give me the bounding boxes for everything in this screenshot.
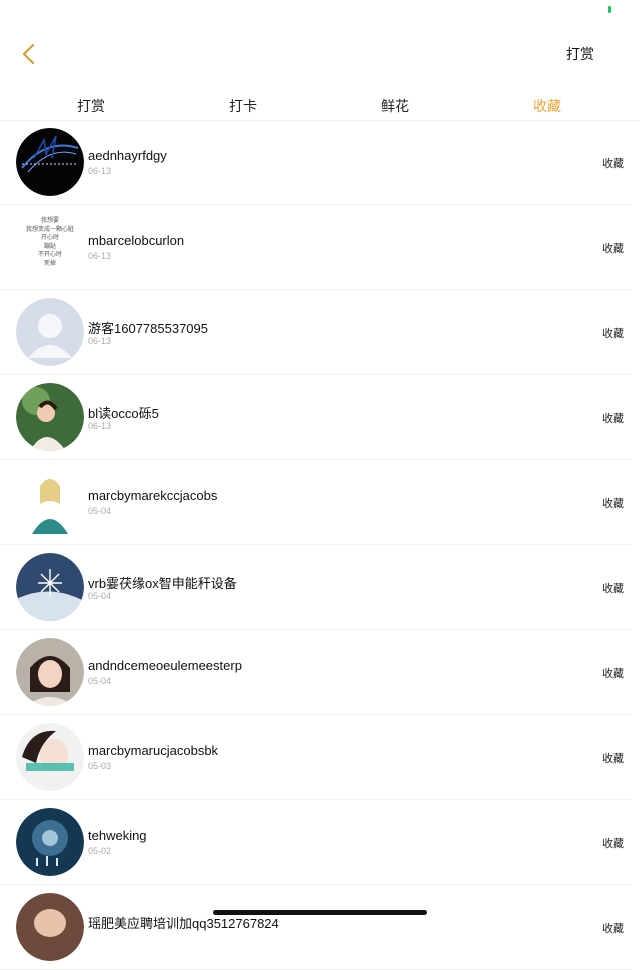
date: 05-02 [88,846,112,856]
list-item[interactable]: bl读occo砾5 06-13 收藏 [0,375,632,460]
user-name: vrb霎茯缘ox智申能秆设备 [88,576,237,591]
nav-bar: 打赏 [0,20,640,86]
avatar-text: 不开心时 [37,252,62,258]
avatar [16,468,84,536]
list-item[interactable]: aednhayrfdgy 06-13 收藏 [0,120,632,205]
avatar [16,723,84,791]
reward-button[interactable]: 打赏 [566,44,594,64]
favorite-button[interactable]: 收藏 [602,155,624,171]
avatar-text: 我想要 [40,218,59,224]
favorite-button[interactable]: 收藏 [602,495,624,511]
battery-icon [608,6,611,13]
avatar-text: 死掉 [43,260,56,267]
list-item[interactable]: 我想要 我想变成一颗心脏 开心时 蹦跶 不开心时 死掉 mbarcelobcur… [0,205,632,290]
date: 06-13 [88,251,112,261]
avatar [16,128,84,196]
list-item[interactable]: 瑶肥美应聘培训加qq3512767824 收藏 [0,885,632,970]
date: 05-04 [88,506,112,516]
favorite-button[interactable]: 收藏 [602,410,624,426]
tab-reward[interactable]: 打赏 [77,96,105,116]
avatar-text: 开心时 [40,235,59,241]
list-item[interactable]: 游客1607785537095 06-13 收藏 [0,290,632,375]
list-item[interactable]: marcbymarekccjacobs 05-04 收藏 [0,460,632,545]
avatar [16,638,84,706]
date: 06-13 [88,421,112,431]
avatar: 我想要 我想变成一颗心脏 开心时 蹦跶 不开心时 死掉 [16,213,84,281]
favorite-button[interactable]: 收藏 [602,835,624,851]
favorite-button[interactable]: 收藏 [602,240,624,256]
avatar [16,553,84,621]
date: 06-13 [88,336,112,346]
favorite-button[interactable]: 收藏 [602,750,624,766]
user-name: andndcemeoeulemeesterp [88,658,242,673]
user-name: bl读occo砾5 [88,406,159,421]
back-button[interactable] [14,38,42,70]
user-name: marcbymarucjacobsbk [88,743,219,758]
avatar [16,893,84,961]
favorite-button[interactable]: 收藏 [602,580,624,596]
avatar-text: 蹦跶 [43,243,56,250]
status-bar [0,0,640,20]
avatar-text: 我想变成一颗心脏 [25,226,74,233]
avatar [16,808,84,876]
list-item[interactable]: andndcemeoeulemeesterp 05-04 收藏 [0,630,632,715]
favorite-button[interactable]: 收藏 [602,920,624,936]
user-name: aednhayrfdgy [88,148,167,163]
tab-bar: 打赏 打卡 鲜花 收藏 [0,86,640,121]
tab-favorites[interactable]: 收藏 [533,96,561,116]
home-indicator [213,910,427,915]
chevron-left-icon [22,43,35,65]
date: 05-03 [88,761,112,771]
date: 06-13 [88,166,112,176]
favorite-button[interactable]: 收藏 [602,325,624,341]
user-list: aednhayrfdgy 06-13 收藏 我想要 我想变成一颗心脏 开心时 蹦… [0,120,640,970]
list-item[interactable]: tehweking 05-02 收藏 [0,800,632,885]
user-name: marcbymarekccjacobs [88,488,218,503]
favorite-button[interactable]: 收藏 [602,665,624,681]
avatar [16,383,84,451]
date: 05-04 [88,676,112,686]
tab-checkin[interactable]: 打卡 [229,96,257,116]
avatar [16,298,84,366]
tab-flowers[interactable]: 鲜花 [381,96,409,116]
list-item[interactable]: marcbymarucjacobsbk 05-03 收藏 [0,715,632,800]
date: 05-04 [88,591,112,601]
user-name: mbarcelobcurlon [88,233,185,248]
user-name: tehweking [88,828,147,843]
list-item[interactable]: vrb霎茯缘ox智申能秆设备 05-04 收藏 [0,545,632,630]
user-name: 游客1607785537095 [88,321,208,336]
user-name: 瑶肥美应聘培训加qq3512767824 [88,916,279,931]
